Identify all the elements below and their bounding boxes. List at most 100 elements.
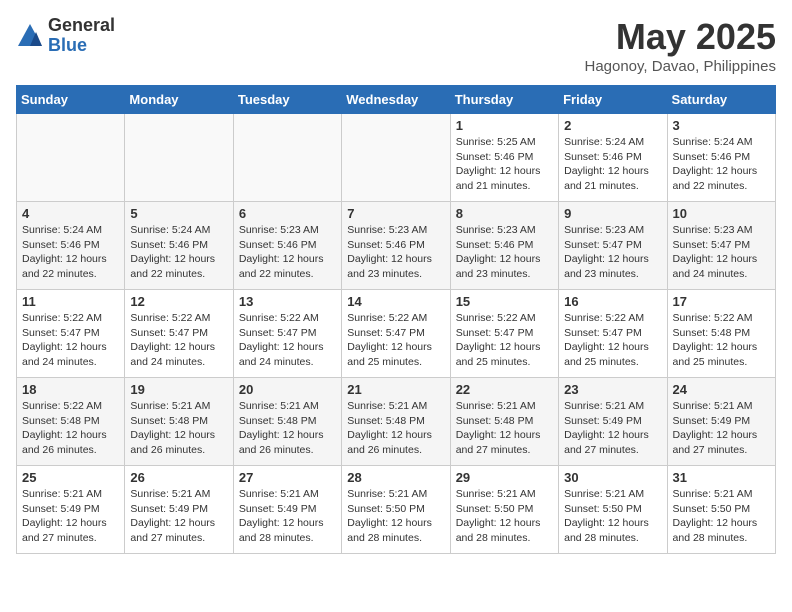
day-cell-26: 26 Sunrise: 5:21 AMSunset: 5:49 PMDayligh… — [125, 466, 233, 554]
day-number: 27 — [239, 470, 336, 485]
day-info: Sunrise: 5:24 AMSunset: 5:46 PMDaylight:… — [22, 223, 119, 282]
day-cell-11: 11 Sunrise: 5:22 AMSunset: 5:47 PMDayligh… — [17, 290, 125, 378]
day-number: 29 — [456, 470, 553, 485]
day-cell-31: 31 Sunrise: 5:21 AMSunset: 5:50 PMDayligh… — [667, 466, 775, 554]
day-cell-8: 8 Sunrise: 5:23 AMSunset: 5:46 PMDaylight… — [450, 202, 558, 290]
day-number: 13 — [239, 294, 336, 309]
day-info: Sunrise: 5:22 AMSunset: 5:47 PMDaylight:… — [22, 311, 119, 370]
day-number: 18 — [22, 382, 119, 397]
day-number: 30 — [564, 470, 661, 485]
day-cell-28: 28 Sunrise: 5:21 AMSunset: 5:50 PMDayligh… — [342, 466, 450, 554]
day-number: 12 — [130, 294, 227, 309]
day-cell-1: 1 Sunrise: 5:25 AMSunset: 5:46 PMDaylight… — [450, 114, 558, 202]
day-number: 26 — [130, 470, 227, 485]
day-number: 23 — [564, 382, 661, 397]
day-info: Sunrise: 5:24 AMSunset: 5:46 PMDaylight:… — [564, 135, 661, 194]
week-row-3: 11 Sunrise: 5:22 AMSunset: 5:47 PMDayligh… — [17, 290, 776, 378]
day-number: 14 — [347, 294, 444, 309]
day-info: Sunrise: 5:23 AMSunset: 5:47 PMDaylight:… — [564, 223, 661, 282]
day-info: Sunrise: 5:23 AMSunset: 5:46 PMDaylight:… — [456, 223, 553, 282]
day-number: 19 — [130, 382, 227, 397]
day-cell-13: 13 Sunrise: 5:22 AMSunset: 5:47 PMDayligh… — [233, 290, 341, 378]
weekday-header-monday: Monday — [125, 86, 233, 114]
day-cell-27: 27 Sunrise: 5:21 AMSunset: 5:49 PMDayligh… — [233, 466, 341, 554]
day-cell-12: 12Sunrise: 5:22 AMSunset: 5:47 PMDayligh… — [125, 290, 233, 378]
day-cell-30: 30 Sunrise: 5:21 AMSunset: 5:50 PMDayligh… — [559, 466, 667, 554]
logo-general-text: General — [48, 16, 115, 36]
day-info: Sunrise: 5:22 AMSunset: 5:47 PMDaylight:… — [239, 311, 336, 370]
week-row-2: 4 Sunrise: 5:24 AMSunset: 5:46 PMDaylight… — [17, 202, 776, 290]
day-info: Sunrise: 5:24 AMSunset: 5:46 PMDaylight:… — [673, 135, 770, 194]
day-info: Sunrise: 5:21 AMSunset: 5:50 PMDaylight:… — [456, 487, 553, 546]
day-info: Sunrise: 5:21 AMSunset: 5:49 PMDaylight:… — [22, 487, 119, 546]
day-cell-23: 23Sunrise: 5:21 AMSunset: 5:49 PMDayligh… — [559, 378, 667, 466]
day-cell-10: 10 Sunrise: 5:23 AMSunset: 5:47 PMDayligh… — [667, 202, 775, 290]
logo: General Blue — [16, 16, 115, 56]
weekday-header-friday: Friday — [559, 86, 667, 114]
day-number: 24 — [673, 382, 770, 397]
day-number: 4 — [22, 206, 119, 221]
day-cell-3: 3 Sunrise: 5:24 AMSunset: 5:46 PMDaylight… — [667, 114, 775, 202]
day-number: 9 — [564, 206, 661, 221]
day-cell-20: 20Sunrise: 5:21 AMSunset: 5:48 PMDayligh… — [233, 378, 341, 466]
day-number: 7 — [347, 206, 444, 221]
day-info: Sunrise: 5:21 AMSunset: 5:50 PMDaylight:… — [347, 487, 444, 546]
day-info: Sunrise: 5:21 AMSunset: 5:49 PMDaylight:… — [130, 487, 227, 546]
day-cell-17: 17Sunrise: 5:22 AMSunset: 5:48 PMDayligh… — [667, 290, 775, 378]
day-number: 8 — [456, 206, 553, 221]
day-number: 5 — [130, 206, 227, 221]
day-cell-19: 19 Sunrise: 5:21 AMSunset: 5:48 PMDayligh… — [125, 378, 233, 466]
day-number: 3 — [673, 118, 770, 133]
day-info: Sunrise: 5:21 AMSunset: 5:50 PMDaylight:… — [564, 487, 661, 546]
day-info: Sunrise: 5:21 AMSunset: 5:50 PMDaylight:… — [673, 487, 770, 546]
day-cell-25: 25 Sunrise: 5:21 AMSunset: 5:49 PMDayligh… — [17, 466, 125, 554]
header: General Blue May 2025 Hagonoy, Davao, Ph… — [16, 16, 776, 75]
day-cell-24: 24 Sunrise: 5:21 AMSunset: 5:49 PMDayligh… — [667, 378, 775, 466]
month-title: May 2025 — [584, 16, 776, 58]
day-info: Sunrise: 5:21 AMSunset: 5:49 PMDaylight:… — [673, 399, 770, 458]
day-number: 25 — [22, 470, 119, 485]
week-row-5: 25 Sunrise: 5:21 AMSunset: 5:49 PMDayligh… — [17, 466, 776, 554]
day-number: 10 — [673, 206, 770, 221]
logo-blue-text: Blue — [48, 36, 115, 56]
empty-cell — [342, 114, 450, 202]
day-info: Sunrise: 5:21 AMSunset: 5:48 PMDaylight:… — [239, 399, 336, 458]
day-number: 6 — [239, 206, 336, 221]
day-info: Sunrise: 5:22 AMSunset: 5:47 PMDaylight:… — [347, 311, 444, 370]
day-info: Sunrise: 5:24 AMSunset: 5:46 PMDaylight:… — [130, 223, 227, 282]
day-info: Sunrise: 5:25 AMSunset: 5:46 PMDaylight:… — [456, 135, 553, 194]
day-number: 17 — [673, 294, 770, 309]
empty-cell — [17, 114, 125, 202]
weekday-header-tuesday: Tuesday — [233, 86, 341, 114]
day-cell-18: 18 Sunrise: 5:22 AMSunset: 5:48 PMDayligh… — [17, 378, 125, 466]
day-cell-29: 29 Sunrise: 5:21 AMSunset: 5:50 PMDayligh… — [450, 466, 558, 554]
logo-icon — [16, 22, 44, 50]
day-number: 22 — [456, 382, 553, 397]
location-title: Hagonoy, Davao, Philippines — [584, 58, 776, 75]
day-info: Sunrise: 5:21 AMSunset: 5:48 PMDaylight:… — [347, 399, 444, 458]
day-info: Sunrise: 5:22 AMSunset: 5:47 PMDaylight:… — [564, 311, 661, 370]
day-info: Sunrise: 5:22 AMSunset: 5:47 PMDaylight:… — [456, 311, 553, 370]
day-number: 31 — [673, 470, 770, 485]
day-cell-16: 16Sunrise: 5:22 AMSunset: 5:47 PMDayligh… — [559, 290, 667, 378]
day-cell-2: 2Sunrise: 5:24 AMSunset: 5:46 PMDaylight… — [559, 114, 667, 202]
day-cell-4: 4 Sunrise: 5:24 AMSunset: 5:46 PMDaylight… — [17, 202, 125, 290]
weekday-header-saturday: Saturday — [667, 86, 775, 114]
week-row-1: 1 Sunrise: 5:25 AMSunset: 5:46 PMDaylight… — [17, 114, 776, 202]
logo-text: General Blue — [48, 16, 115, 56]
calendar-table: SundayMondayTuesdayWednesdayThursdayFrid… — [16, 85, 776, 554]
day-cell-6: 6Sunrise: 5:23 AMSunset: 5:46 PMDaylight… — [233, 202, 341, 290]
day-cell-14: 14 Sunrise: 5:22 AMSunset: 5:47 PMDayligh… — [342, 290, 450, 378]
day-number: 28 — [347, 470, 444, 485]
empty-cell — [125, 114, 233, 202]
day-number: 1 — [456, 118, 553, 133]
day-info: Sunrise: 5:23 AMSunset: 5:47 PMDaylight:… — [673, 223, 770, 282]
weekday-header-wednesday: Wednesday — [342, 86, 450, 114]
day-info: Sunrise: 5:21 AMSunset: 5:49 PMDaylight:… — [239, 487, 336, 546]
day-info: Sunrise: 5:22 AMSunset: 5:48 PMDaylight:… — [22, 399, 119, 458]
weekday-header-sunday: Sunday — [17, 86, 125, 114]
day-cell-22: 22Sunrise: 5:21 AMSunset: 5:48 PMDayligh… — [450, 378, 558, 466]
day-number: 11 — [22, 294, 119, 309]
weekday-header-row: SundayMondayTuesdayWednesdayThursdayFrid… — [17, 86, 776, 114]
day-info: Sunrise: 5:21 AMSunset: 5:48 PMDaylight:… — [130, 399, 227, 458]
